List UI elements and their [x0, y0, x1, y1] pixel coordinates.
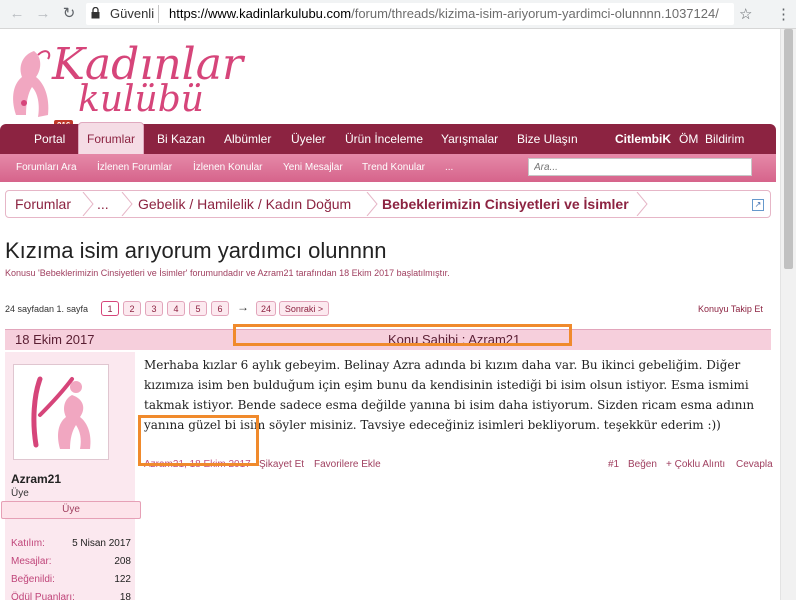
page-button-3[interactable]: 3 [145, 301, 163, 316]
pager-arrow-icon: → [237, 300, 249, 314]
reply-link[interactable]: Cevapla [736, 459, 773, 470]
stat-join-date: Katılım: 5 Nisan 2017 [11, 538, 131, 554]
breadcrumb: Forumlar ... Gebelik / Hamilelik / Kadın… [5, 190, 771, 218]
post-number-link[interactable]: #1 [608, 459, 619, 470]
page-button-2[interactable]: 2 [123, 301, 141, 316]
username[interactable]: Azram21 [11, 472, 61, 486]
avatar[interactable] [13, 364, 109, 460]
stat-label: Katılım: [11, 538, 45, 549]
stat-value: 5 Nisan 2017 [72, 538, 131, 549]
breadcrumb-separator-icon [121, 192, 133, 216]
pager-label: 24 sayfadan 1. sayfa [5, 304, 89, 314]
forward-icon[interactable]: → [34, 5, 52, 23]
subnav-trending[interactable]: Trend Konular [362, 154, 425, 182]
nav-albumler[interactable]: Albümler [216, 124, 279, 154]
page-title: Kızıma isim arıyorum yardımcı olunnnn [5, 238, 387, 263]
breadcrumb-separator-icon [366, 192, 378, 216]
page-button-1[interactable]: 1 [101, 301, 119, 316]
breadcrumb-forumlar[interactable]: Forumlar [15, 191, 71, 217]
url-divider [158, 5, 159, 23]
nav-bi-kazan[interactable]: Bi Kazan [149, 124, 213, 154]
stat-value[interactable]: 208 [114, 556, 131, 567]
reload-icon[interactable]: ↻ [60, 5, 78, 23]
stat-label[interactable]: Mesajlar: [11, 556, 52, 567]
report-link[interactable]: Şikayet Et [259, 459, 304, 470]
nav-notifications[interactable]: Bildirim [697, 124, 752, 154]
nav-yarismalar[interactable]: Yarışmalar [433, 124, 506, 154]
subnav-more[interactable]: ... [445, 154, 453, 182]
next-page-button[interactable]: Sonraki > [279, 301, 329, 316]
breadcrumb-separator-icon [82, 192, 94, 216]
user-title: Üye [11, 488, 29, 499]
page-button-4[interactable]: 4 [167, 301, 185, 316]
sub-navigation: Forumları Ara İzlenen Forumlar İzlenen K… [0, 154, 776, 182]
like-link[interactable]: Beğen [628, 459, 657, 470]
subnav-new-posts[interactable]: Yeni Mesajlar [283, 154, 343, 182]
site-logo[interactable]: Kadınlar kulübü 216 [4, 37, 243, 131]
menu-kebab-icon[interactable]: ⋮ [776, 5, 791, 23]
multiquote-link[interactable]: + Çoklu Alıntı [666, 459, 725, 470]
avatar-logo-icon [31, 376, 91, 449]
page-button-5[interactable]: 5 [189, 301, 207, 316]
address-bar[interactable]: Güvenli https://www.kadinlarkulubu.com/f… [86, 3, 734, 25]
nav-uyeler[interactable]: Üyeler [283, 124, 334, 154]
secure-label: Güvenli [110, 6, 155, 21]
thread-description: Konusu 'Bebeklerimizin Cinsiyetleri ve İ… [5, 268, 450, 278]
url-text[interactable]: https://www.kadinlarkulubu.com/forum/thr… [169, 6, 719, 21]
nav-urun-inceleme[interactable]: Ürün İnceleme [337, 124, 431, 154]
search-input[interactable] [528, 158, 752, 176]
subnav-watched-threads[interactable]: İzlenen Konular [193, 154, 263, 182]
favorite-link[interactable]: Favorilere Ekle [314, 459, 381, 470]
stat-value: 122 [114, 574, 131, 585]
browser-toolbar: ← → ↻ Güvenli https://www.kadinlarkulubu… [0, 0, 796, 29]
breadcrumb-ellipsis[interactable]: ... [97, 191, 109, 217]
watch-thread-link[interactable]: Konuyu Takip Et [698, 304, 763, 314]
lock-icon [91, 7, 100, 19]
page-button-6[interactable]: 6 [211, 301, 229, 316]
subnav-watched-forums[interactable]: İzlenen Forumlar [97, 154, 172, 182]
main-navigation: Portal Forumlar Bi Kazan Albümler Üyeler… [0, 122, 776, 155]
stat-messages: Mesajlar: 208 [11, 556, 131, 572]
nav-user-account[interactable]: CitlembiK [607, 124, 679, 154]
stat-label: Beğenildi: [11, 574, 55, 585]
logo-text-line2: kulübü [78, 79, 204, 120]
logo-figure-icon [13, 50, 51, 117]
nav-bize-ulasin[interactable]: Bize Ulaşın [509, 124, 586, 154]
jump-to-icon[interactable]: ↗ [752, 199, 764, 211]
page-button-last[interactable]: 24 [256, 301, 276, 316]
annotation-highlight-date [138, 415, 259, 466]
url-path: /forum/threads/kizima-isim-ariyorum-yard… [351, 6, 719, 21]
breadcrumb-current-forum[interactable]: Bebeklerimizin Cinsiyetleri ve İsimler [382, 191, 629, 217]
stat-value[interactable]: 18 [120, 592, 131, 600]
user-info-panel: Azram21 Üye Üye Katılım: 5 Nisan 2017 Me… [1, 352, 141, 600]
user-banner: Üye [1, 501, 141, 519]
stat-likes: Beğenildi: 122 [11, 574, 131, 590]
subnav-search-forums[interactable]: Forumları Ara [16, 154, 77, 182]
annotation-highlight-message [233, 324, 572, 346]
page-content: Kadınlar kulübü 216 Portal Forumlar Bi K… [0, 29, 780, 600]
bookmark-star-icon[interactable]: ☆ [739, 5, 752, 23]
stat-label[interactable]: Ödül Puanları: [11, 592, 75, 600]
back-icon[interactable]: ← [8, 5, 26, 23]
nav-portal[interactable]: Portal [26, 124, 73, 154]
scrollbar-thumb[interactable] [784, 29, 793, 269]
url-host: https://www.kadinlarkulubu.com [169, 6, 352, 21]
nav-forumlar[interactable]: Forumlar [78, 122, 145, 155]
stat-trophy-points: Ödül Puanları: 18 [11, 592, 131, 600]
breadcrumb-gebelik[interactable]: Gebelik / Hamilelik / Kadın Doğum [138, 191, 351, 217]
post-date: 18 Ekim 2017 [15, 332, 95, 347]
breadcrumb-separator-icon [636, 192, 648, 216]
page-scrollbar[interactable] [780, 29, 796, 600]
